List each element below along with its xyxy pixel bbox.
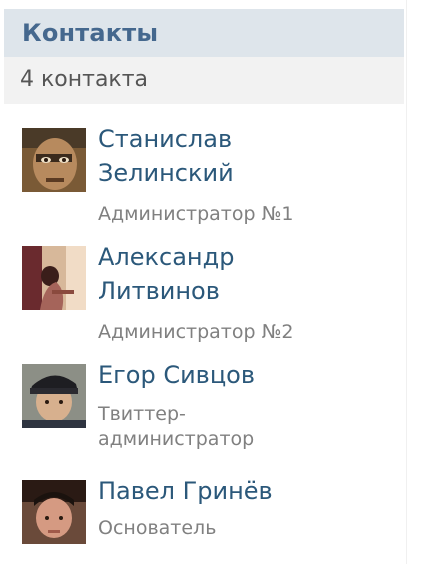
contacts-widget: Контакты 4 контакта Станислав Зелинский … <box>0 0 422 564</box>
avatar[interactable] <box>22 128 86 192</box>
contact-name-line[interactable]: Егор Сивцов <box>98 358 398 392</box>
contact-role: Основатель <box>98 517 217 539</box>
contacts-count-bar: 4 контакта <box>4 57 404 104</box>
contact-name-line[interactable]: Павел Гринёв <box>98 474 398 508</box>
avatar[interactable] <box>22 364 86 428</box>
contact-role-line: администратор <box>98 428 255 450</box>
user-avatar-photo <box>22 480 86 544</box>
contact-name-line[interactable]: Зелинский <box>98 156 398 190</box>
user-avatar-photo <box>22 246 86 310</box>
avatar[interactable] <box>22 246 86 310</box>
contact-name-line[interactable]: Литвинов <box>98 274 398 308</box>
divider <box>406 0 407 564</box>
contacts-count: 4 контакта <box>20 67 149 92</box>
contact-name-line[interactable]: Станислав <box>98 122 398 156</box>
avatar[interactable] <box>22 480 86 544</box>
widget-header[interactable]: Контакты <box>4 9 404 57</box>
contact-name-link[interactable]: Александр Литвинов <box>98 240 398 308</box>
user-avatar-photo <box>22 364 86 428</box>
contact-role: Администратор №2 <box>98 321 294 343</box>
contact-name-line[interactable]: Александр <box>98 240 398 274</box>
contact-name-link[interactable]: Егор Сивцов <box>98 358 398 392</box>
contact-role: Администратор №1 <box>98 203 294 225</box>
contact-name-link[interactable]: Станислав Зелинский <box>98 122 398 190</box>
user-avatar-photo <box>22 128 86 192</box>
widget-title[interactable]: Контакты <box>22 19 158 47</box>
contact-role: Твиттер- администратор <box>98 402 398 452</box>
contact-name-link[interactable]: Павел Гринёв <box>98 474 398 508</box>
contact-role-line: Твиттер- <box>98 403 186 425</box>
